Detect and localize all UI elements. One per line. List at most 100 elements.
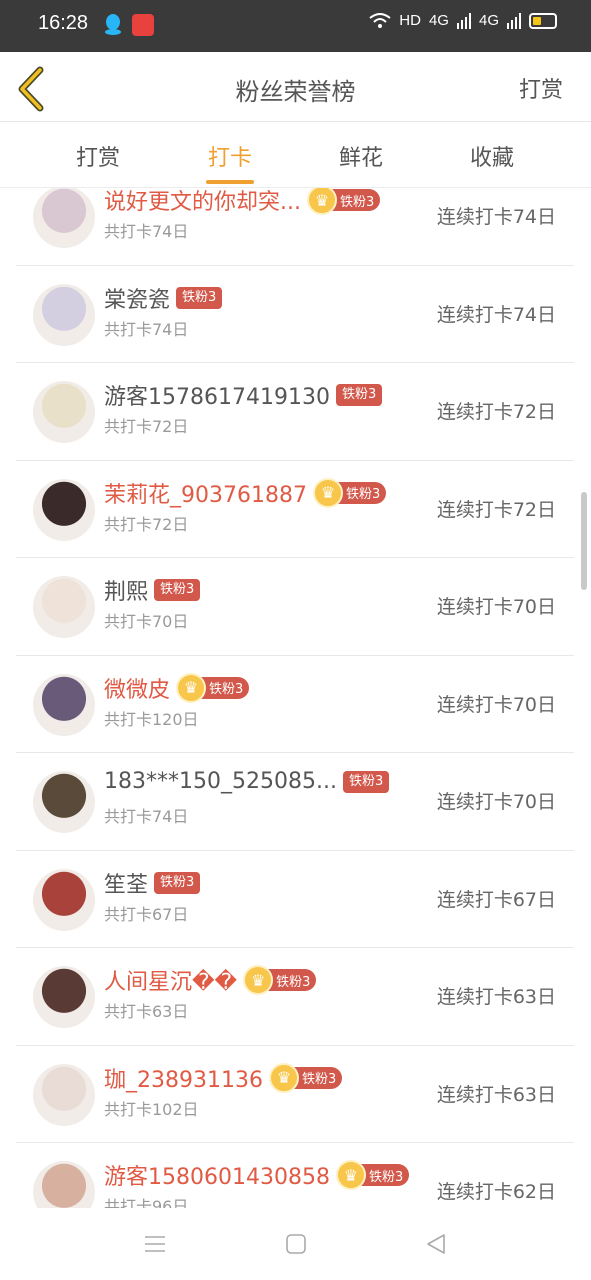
checkin-streak: 连续打卡74日 — [436, 206, 556, 228]
total-checkins: 共打卡67日 — [104, 904, 189, 924]
back-nav-icon[interactable] — [424, 1232, 448, 1256]
name-line: 笙荃 铁粉3 — [104, 867, 201, 899]
user-name[interactable]: 笙荃 — [104, 867, 148, 899]
crown-icon: ♛ — [243, 965, 274, 995]
fan-level-badge: 铁粉3 — [154, 871, 201, 894]
menu-icon[interactable] — [143, 1232, 167, 1256]
user-name[interactable]: 游客1580601430858 — [104, 1159, 330, 1191]
tab-indicator — [206, 180, 254, 184]
list-item[interactable]: 游客1578617419130 铁粉3 共打卡72日 连续打卡72日 — [16, 363, 574, 461]
avatar[interactable] — [33, 283, 95, 346]
user-name[interactable]: 人间星沉�� — [104, 964, 237, 996]
avatar[interactable] — [33, 868, 95, 931]
signal-label-1: 4G — [428, 12, 449, 29]
status-time: 16:28 — [38, 12, 89, 34]
list-item[interactable]: 183***150_525085... 铁粉3 共打卡74日 连续打卡70日 — [16, 753, 574, 851]
user-name[interactable]: 荆熙 — [104, 574, 148, 606]
badge-label: 铁粉3 — [209, 682, 244, 697]
user-name[interactable]: 茉莉花_903761887 — [104, 477, 307, 509]
user-name[interactable]: 微微皮 — [104, 672, 170, 704]
list-item[interactable]: 荆熙 铁粉3 共打卡70日 连续打卡70日 — [16, 558, 574, 656]
avatar[interactable] — [33, 576, 95, 638]
name-line: 游客1578617419130 铁粉3 — [104, 379, 383, 411]
list-item[interactable]: 游客1580601430858 ♛ 铁粉3 共打卡96日 连续打卡62日 — [16, 1143, 574, 1208]
fan-level-badge: 铁粉3 — [154, 579, 201, 601]
ranking-list: 说好更文的你却突... ♛ 铁粉3 共打卡74日 连续打卡74日 棠瓷瓷 铁粉3 共打卡74日… — [0, 188, 591, 1208]
avatar[interactable] — [33, 1161, 95, 1208]
total-checkins: 共打卡120日 — [104, 709, 199, 729]
badge-label: 铁粉3 — [276, 974, 311, 990]
signal-label-2: 4G — [478, 12, 499, 29]
total-checkins: 共打卡102日 — [104, 1099, 199, 1119]
total-checkins: 共打卡74日 — [104, 807, 189, 826]
fan-level-badge: ♛ 铁粉3 — [312, 477, 387, 508]
network-label: HD — [399, 12, 421, 29]
name-line: 茉莉花_903761887 ♛ 铁粉3 — [104, 477, 387, 509]
checkin-streak: 连续打卡62日 — [436, 1181, 556, 1203]
user-name[interactable]: 183***150_525085... — [104, 769, 337, 794]
name-line: 说好更文的你却突... ♛ 铁粉3 — [104, 188, 381, 216]
list-item[interactable]: 珈_238931136 ♛ 铁粉3 共打卡102日 连续打卡63日 — [16, 1046, 574, 1143]
tab-favorites[interactable]: 收藏 — [447, 140, 537, 172]
crown-icon: ♛ — [335, 1160, 366, 1190]
battery-icon — [529, 12, 557, 29]
badge-label: 铁粉3 — [345, 487, 381, 502]
list-item[interactable]: 茉莉花_903761887 ♛ 铁粉3 共打卡72日 连续打卡72日 — [16, 461, 574, 558]
app-notification-icon — [132, 14, 154, 36]
user-name[interactable]: 珈_238931136 — [104, 1062, 263, 1094]
reward-button[interactable]: 打赏 — [519, 72, 563, 104]
user-name[interactable]: 游客1578617419130 — [104, 379, 330, 411]
wifi-icon — [369, 12, 391, 28]
checkin-streak: 连续打卡74日 — [436, 303, 556, 326]
list-item[interactable]: 微微皮 ♛ 铁粉3 共打卡120日 连续打卡70日 — [16, 656, 574, 753]
avatar[interactable] — [33, 381, 95, 443]
name-line: 荆熙 铁粉3 — [104, 574, 201, 606]
signal-icon — [507, 12, 521, 29]
badge-label: 铁粉3 — [339, 194, 375, 210]
avatar[interactable] — [33, 478, 95, 541]
total-checkins: 共打卡63日 — [104, 1002, 189, 1021]
fan-level-badge: ♛ 铁粉3 — [176, 672, 250, 703]
qq-icon — [105, 14, 121, 35]
list-item[interactable]: 笙荃 铁粉3 共打卡67日 连续打卡67日 — [16, 851, 574, 948]
avatar[interactable] — [33, 966, 95, 1028]
avatar[interactable] — [33, 771, 95, 833]
page-title: 粉丝荣誉榜 — [235, 78, 356, 106]
fan-level-badge: ♛ 铁粉3 — [243, 965, 317, 995]
home-icon[interactable] — [284, 1232, 308, 1256]
user-name[interactable]: 棠瓷瓷 — [104, 282, 170, 314]
avatar[interactable] — [33, 1063, 95, 1126]
user-name[interactable]: 说好更文的你却突... — [104, 188, 301, 216]
badge-label: 铁粉3 — [368, 1169, 404, 1185]
checkin-streak: 连续打卡70日 — [436, 693, 556, 716]
name-line: 珈_238931136 ♛ 铁粉3 — [104, 1062, 343, 1094]
tab-bar: 打赏 打卡 鲜花 收藏 — [0, 122, 591, 188]
crown-icon: ♛ — [306, 188, 337, 215]
fan-level-badge: ♛ 铁粉3 — [268, 1062, 343, 1093]
checkin-streak: 连续打卡70日 — [436, 791, 556, 813]
name-line: 游客1580601430858 ♛ 铁粉3 — [104, 1159, 410, 1191]
total-checkins: 共打卡74日 — [104, 222, 189, 241]
fan-level-badge: 铁粉3 — [342, 770, 390, 793]
status-bar: 16:28 HD 4G 4G — [0, 0, 591, 52]
name-line: 棠瓷瓷 铁粉3 — [104, 282, 223, 314]
list-item[interactable]: 说好更文的你却突... ♛ 铁粉3 共打卡74日 连续打卡74日 — [16, 188, 574, 266]
list-item[interactable]: 人间星沉�� ♛ 铁粉3 共打卡63日 连续打卡63日 — [16, 948, 574, 1046]
crown-icon: ♛ — [176, 672, 207, 703]
checkin-streak: 连续打卡72日 — [436, 498, 556, 521]
status-indicators: HD 4G 4G — [369, 12, 557, 29]
list-item[interactable]: 棠瓷瓷 铁粉3 共打卡74日 连续打卡74日 — [16, 266, 574, 363]
avatar[interactable] — [33, 673, 95, 736]
tab-checkin[interactable]: 打卡 — [185, 140, 275, 172]
name-line: 人间星沉�� ♛ 铁粉3 — [104, 964, 317, 996]
fan-level-badge: 铁粉3 — [176, 286, 223, 309]
checkin-streak: 连续打卡70日 — [436, 596, 556, 618]
total-checkins: 共打卡72日 — [104, 514, 189, 534]
scrollbar[interactable] — [581, 492, 587, 590]
fan-level-badge: ♛ 铁粉3 — [306, 188, 381, 215]
avatar[interactable] — [33, 188, 95, 248]
tab-reward[interactable]: 打赏 — [53, 140, 143, 172]
total-checkins: 共打卡96日 — [104, 1197, 189, 1208]
tab-flowers[interactable]: 鲜花 — [316, 140, 406, 172]
name-line: 微微皮 ♛ 铁粉3 — [104, 672, 250, 704]
